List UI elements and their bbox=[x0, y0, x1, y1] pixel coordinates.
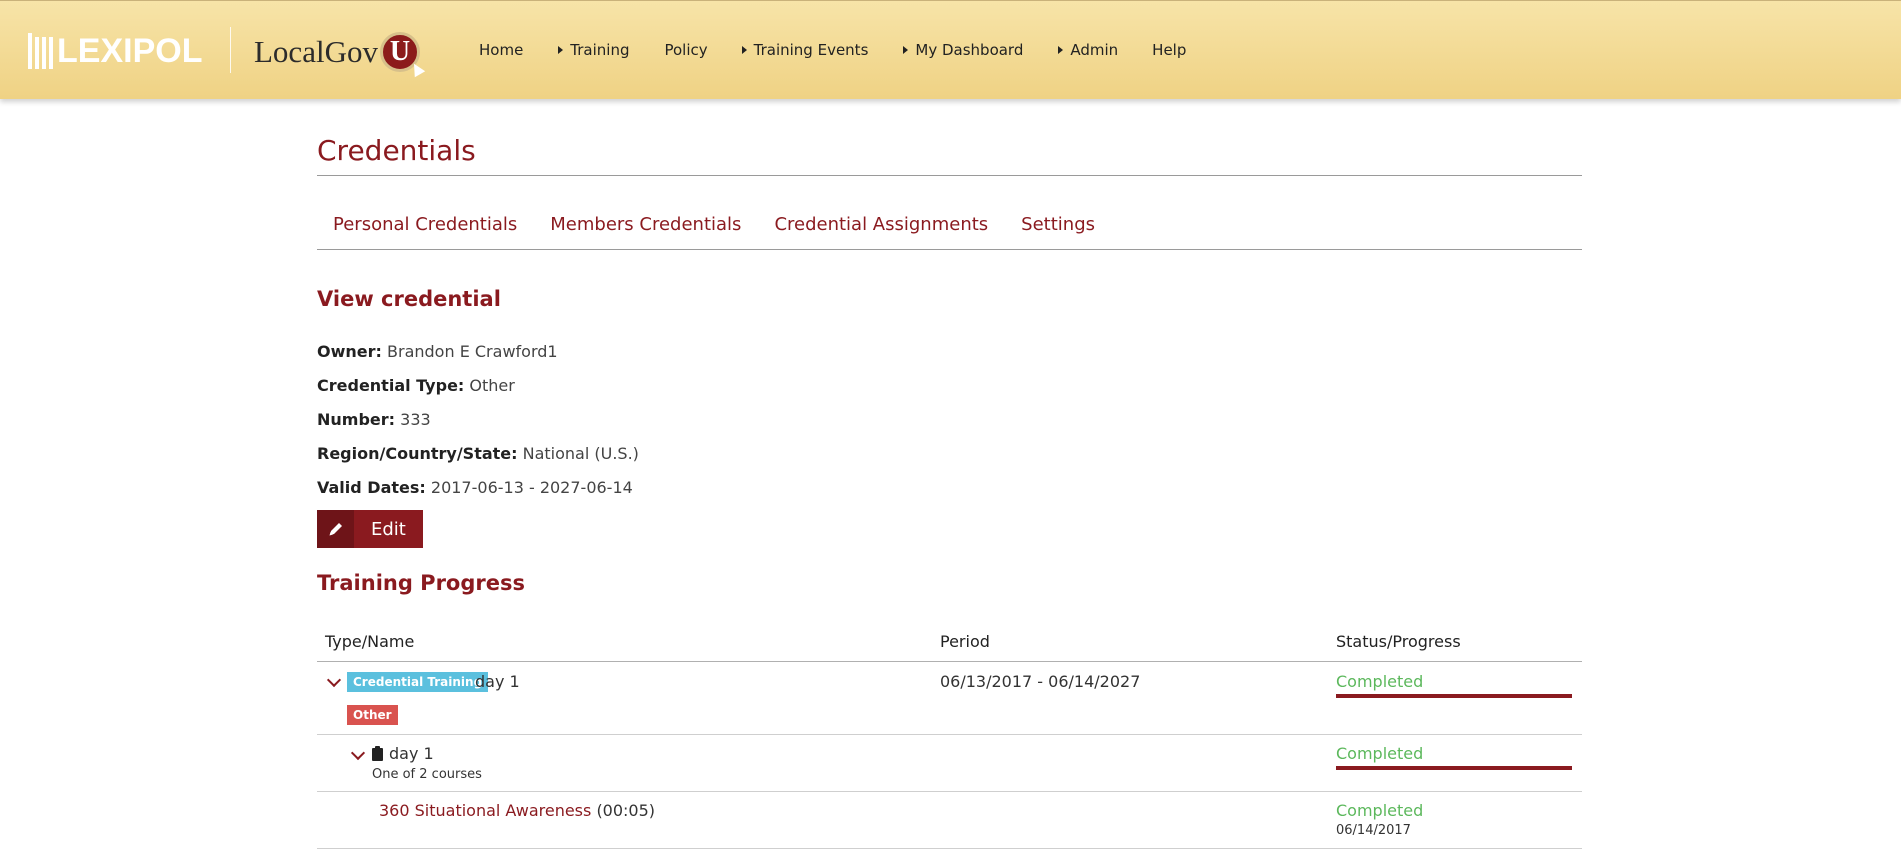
main-nav: Home Training Policy Training Events My … bbox=[479, 39, 1186, 61]
column-header-type-name: Type/Name bbox=[325, 632, 415, 651]
number-value: 333 bbox=[400, 410, 431, 429]
caret-right-icon bbox=[1058, 46, 1064, 54]
nav-help-label: Help bbox=[1152, 41, 1187, 59]
chevron-down-icon[interactable] bbox=[350, 745, 366, 761]
nav-training-label: Training bbox=[570, 41, 630, 59]
localgov-logo-text: LocalGov bbox=[254, 34, 378, 69]
nav-my-dashboard[interactable]: My Dashboard bbox=[903, 41, 1023, 59]
caret-right-icon bbox=[903, 46, 909, 54]
nav-admin[interactable]: Admin bbox=[1058, 41, 1118, 59]
tab-members-credentials[interactable]: Members Credentials bbox=[550, 214, 741, 235]
nav-help[interactable]: Help bbox=[1152, 41, 1186, 59]
localgov-badge-letter: U bbox=[389, 36, 411, 67]
course-group-status: Completed bbox=[1336, 744, 1424, 763]
table-header-divider bbox=[317, 661, 1582, 662]
cursor-icon bbox=[408, 60, 426, 78]
course-status: Completed bbox=[1336, 801, 1424, 820]
credential-training-status: Completed bbox=[1336, 672, 1424, 691]
tab-credential-assignments[interactable]: Credential Assignments bbox=[774, 214, 988, 235]
caret-right-icon bbox=[558, 46, 564, 54]
row-divider bbox=[317, 791, 1582, 792]
tab-settings[interactable]: Settings bbox=[1021, 214, 1095, 235]
credential-training-progress-bar bbox=[1336, 694, 1572, 698]
nav-training-events[interactable]: Training Events bbox=[741, 41, 869, 59]
credential-type-tag: Other bbox=[347, 705, 398, 725]
region-value: National (U.S.) bbox=[522, 444, 639, 463]
nav-policy-label: Policy bbox=[664, 41, 708, 59]
region-label: Region/Country/State: bbox=[317, 444, 518, 463]
nav-policy[interactable]: Policy bbox=[664, 41, 707, 59]
chevron-down-icon[interactable] bbox=[326, 672, 342, 688]
credential-training-name: day 1 bbox=[475, 672, 520, 691]
edit-button[interactable]: Edit bbox=[317, 510, 423, 548]
course-group-subtitle: One of 2 courses bbox=[372, 767, 482, 782]
credential-training-period: 06/13/2017 - 06/14/2027 bbox=[940, 672, 1141, 691]
course-group-progress-bar bbox=[1336, 766, 1572, 770]
number-field: Number: 333 bbox=[317, 410, 431, 429]
course-cell: 360 Situational Awareness (00:05) bbox=[379, 801, 655, 820]
title-divider bbox=[317, 175, 1582, 176]
region-field: Region/Country/State: National (U.S.) bbox=[317, 444, 639, 463]
edit-button-label: Edit bbox=[371, 518, 406, 540]
course-duration: (00:05) bbox=[596, 801, 656, 820]
column-header-period: Period bbox=[940, 632, 990, 651]
number-label: Number: bbox=[317, 410, 396, 429]
course-group-name: day 1 bbox=[389, 744, 434, 763]
nav-training-events-label: Training Events bbox=[753, 41, 869, 59]
clipboard-icon bbox=[372, 746, 383, 761]
nav-home[interactable]: Home bbox=[479, 41, 523, 59]
lexipol-logo-text: LEXIPOL bbox=[57, 31, 203, 70]
logo-divider bbox=[230, 27, 231, 73]
valid-dates-label: Valid Dates: bbox=[317, 478, 426, 497]
credential-type-value: Other bbox=[469, 376, 515, 395]
row-divider bbox=[317, 734, 1582, 735]
nav-admin-label: Admin bbox=[1070, 41, 1119, 59]
tab-personal-credentials[interactable]: Personal Credentials bbox=[333, 214, 517, 235]
course-completed-date: 06/14/2017 bbox=[1336, 823, 1411, 838]
caret-right-icon bbox=[741, 46, 747, 54]
tabs-divider bbox=[317, 249, 1582, 250]
nav-home-label: Home bbox=[479, 41, 524, 59]
owner-label: Owner: bbox=[317, 342, 382, 361]
course-link[interactable]: 360 Situational Awareness bbox=[379, 801, 591, 820]
localgov-logo[interactable]: LocalGov U bbox=[254, 29, 426, 78]
localgov-u-badge-icon: U bbox=[379, 32, 426, 78]
row-divider bbox=[317, 848, 1582, 849]
credential-type-field: Credential Type: Other bbox=[317, 376, 515, 395]
pencil-icon bbox=[317, 510, 354, 548]
nav-my-dashboard-label: My Dashboard bbox=[915, 41, 1024, 59]
view-credential-heading: View credential bbox=[317, 287, 501, 311]
training-progress-heading: Training Progress bbox=[317, 571, 525, 595]
valid-dates-value: 2017-06-13 - 2027-06-14 bbox=[430, 478, 633, 497]
pillars-icon bbox=[28, 33, 53, 69]
top-navigation-bar: LEXIPOL LocalGov U Home Training Policy … bbox=[0, 0, 1901, 99]
valid-dates-field: Valid Dates: 2017-06-13 - 2027-06-14 bbox=[317, 478, 633, 497]
nav-training[interactable]: Training bbox=[558, 41, 629, 59]
credentials-tabs: Personal Credentials Members Credentials… bbox=[333, 214, 1095, 235]
lexipol-logo[interactable]: LEXIPOL bbox=[28, 31, 202, 71]
owner-field: Owner: Brandon E Crawford1 bbox=[317, 342, 558, 361]
page-title: Credentials bbox=[317, 134, 476, 167]
credential-type-label: Credential Type: bbox=[317, 376, 465, 395]
column-header-status: Status/Progress bbox=[1336, 632, 1461, 651]
owner-value: Brandon E Crawford1 bbox=[387, 342, 558, 361]
credential-training-tag: Credential Training bbox=[347, 672, 489, 692]
